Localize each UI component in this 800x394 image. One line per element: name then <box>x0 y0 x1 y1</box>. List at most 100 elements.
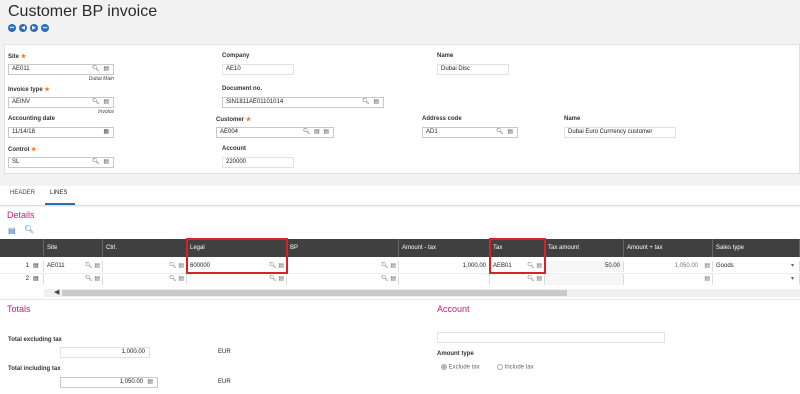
include-tax-option[interactable]: Include tax <box>497 364 534 371</box>
cell-amount-tax[interactable]: 1,000.00 <box>399 261 490 272</box>
grid-col-sales-type[interactable]: Sales type <box>713 239 800 257</box>
document-no-field[interactable]: SIN1811AE01101014 🔍︎ ▤ <box>222 97 384 108</box>
document-no-label: Document no. <box>222 86 262 92</box>
lookup-icon[interactable]: 🔍︎ ▤ <box>169 261 184 272</box>
address-code-label: Address code <box>422 116 462 122</box>
lookup-icon[interactable]: 🔍︎ ▤ <box>169 274 184 285</box>
control-field[interactable]: SL 🔍︎ ▤ <box>8 157 114 168</box>
lookup-icon[interactable]: 🔍︎ ▤ <box>496 128 514 137</box>
lookup-icon[interactable]: 🔍︎ ▤ <box>381 274 396 285</box>
tax-highlight <box>489 238 546 274</box>
legal-highlight <box>186 238 288 274</box>
company-name-label: Name <box>437 53 454 59</box>
grid-view-icon[interactable]: ▤ <box>8 226 16 235</box>
cell-amount-tax[interactable] <box>399 274 490 285</box>
table-row[interactable]: 2 ▤ 🔍︎ ▤ 🔍︎ ▤ 🔍︎ ▤ 🔍︎ ▤ 🔍︎ ▤ ▤ ▾ <box>0 273 800 285</box>
header-card <box>4 44 800 174</box>
dropdown-icon[interactable]: ▾ <box>791 274 794 285</box>
account-title: Account <box>437 304 470 314</box>
calendar-icon[interactable]: ▦ <box>103 128 110 137</box>
address-code-field[interactable]: AD1 🔍︎ ▤ <box>422 127 518 138</box>
customer-field[interactable]: AE004 🔍︎ ▤ ▤ <box>216 127 334 138</box>
lookup-icon[interactable]: 🔍︎ ▤ <box>92 98 110 107</box>
scrollbar-thumb[interactable] <box>62 290 567 296</box>
total-excl-label: Total excluding tax <box>8 337 62 343</box>
cell-sales-type[interactable]: ▾ <box>713 274 800 285</box>
radio-unselected-icon[interactable] <box>497 364 503 370</box>
dropdown-icon[interactable]: ▾ <box>791 261 794 272</box>
next-record-icon[interactable]: ▶ <box>30 24 38 32</box>
grid-col-site[interactable]: Site <box>44 239 103 257</box>
lookup-icon[interactable]: 🔍︎ ▤ <box>85 274 100 285</box>
lookup-icon[interactable]: 🔍︎ ▤ <box>269 274 284 285</box>
cell-bp[interactable]: 🔍︎ ▤ <box>287 274 399 285</box>
detail-icon[interactable]: ▤ <box>704 261 710 272</box>
invoice-type-label: Invoice type ★ <box>8 87 50 93</box>
tab-header[interactable]: HEADER <box>10 190 35 196</box>
lookup-icon[interactable]: 🔍︎ ▤ ▤ <box>303 128 330 137</box>
total-incl-value: 1,050.00 ▤ <box>60 377 158 388</box>
invoice-type-field[interactable]: AEINV 🔍︎ ▤ <box>8 97 114 108</box>
site-description: Dubai Main <box>88 76 114 82</box>
company-name-field: Dubai Disc <box>437 64 509 75</box>
account-label: Account <box>222 146 246 152</box>
total-excl-value: 1,000.00 <box>60 347 150 358</box>
grid-col-ctrl[interactable]: Ctrl. <box>103 239 187 257</box>
total-incl-currency: EUR <box>218 379 231 385</box>
cell-tax[interactable]: 🔍︎ ▤ <box>490 274 545 285</box>
last-record-icon[interactable]: ⏭ <box>41 24 49 32</box>
row-detail-icon[interactable]: ▤ <box>30 261 44 272</box>
invoice-type-description: Invoice <box>98 109 114 115</box>
exclude-tax-option[interactable]: Exclude tax <box>441 364 480 371</box>
previous-record-icon[interactable]: ◀ <box>19 24 27 32</box>
tab-bar <box>0 186 800 206</box>
grid-col-bp[interactable]: BP <box>287 239 399 257</box>
total-excl-currency: EUR <box>218 349 231 355</box>
lookup-icon[interactable]: 🔍︎ ▤ <box>381 261 396 272</box>
active-tab-indicator <box>45 203 75 205</box>
site-label: Site ★ <box>8 54 27 60</box>
accounting-date-label: Accounting date <box>8 116 56 122</box>
lookup-icon[interactable]: 🔍︎ ▤ <box>92 158 110 167</box>
grid-col-rownum <box>0 239 44 257</box>
cell-legal[interactable]: 🔍︎ ▤ <box>187 274 287 285</box>
lookup-icon[interactable]: 🔍︎ ▤ <box>92 65 110 74</box>
account-field: 220000 <box>222 157 294 168</box>
lookup-icon[interactable]: 🔍︎ ▤ <box>527 274 542 285</box>
company-label: Company <box>222 53 250 59</box>
customer-name-field: Dubai Euro Currrency customer <box>564 127 676 138</box>
amount-type-label: Amount type <box>437 351 474 357</box>
detail-icon[interactable]: ▤ <box>704 274 710 285</box>
cell-tax-amount <box>545 274 624 285</box>
lookup-icon[interactable]: 🔍︎ ▤ <box>362 98 380 107</box>
accounting-date-field[interactable]: 11/14/18 ▦ <box>8 127 114 138</box>
table-row[interactable]: 1 ▤ AE011 🔍︎ ▤ 🔍︎ ▤ 600000 🔍︎ ▤ 🔍︎ ▤ 1,000… <box>0 261 800 272</box>
tab-lines[interactable]: LINES <box>50 190 67 196</box>
cell-bp[interactable]: 🔍︎ ▤ <box>287 261 399 272</box>
page-title: Customer BP invoice <box>8 3 158 20</box>
row-detail-icon[interactable]: ▤ <box>30 274 44 285</box>
cell-sales-type[interactable]: Goods ▾ <box>713 261 800 272</box>
details-grid-header: Site Ctrl. Legal BP Amount - tax Tax Tax… <box>0 239 800 257</box>
detail-icon[interactable]: ▤ <box>147 378 154 387</box>
total-incl-label: Total including tax <box>8 366 61 372</box>
search-icon[interactable]: 🔍︎ <box>24 225 34 234</box>
cell-amount-plus-tax: ▤ <box>624 274 713 285</box>
lookup-icon[interactable]: 🔍︎ ▤ <box>85 261 100 272</box>
cell-amount-plus-tax: 1,050.00 ▤ <box>624 261 713 272</box>
scroll-left-icon[interactable]: ◀ <box>54 288 59 296</box>
grid-col-amount-tax[interactable]: Amount - tax <box>399 239 490 257</box>
grid-col-tax-amount[interactable]: Tax amount <box>545 239 624 257</box>
control-label: Control ★ <box>8 147 37 153</box>
details-title: Details <box>7 210 35 220</box>
radio-selected-icon[interactable] <box>441 364 447 370</box>
cell-site[interactable]: 🔍︎ ▤ <box>44 274 103 285</box>
cell-ctrl[interactable]: 🔍︎ ▤ <box>103 274 187 285</box>
first-record-icon[interactable]: ⏮ <box>8 24 16 32</box>
cell-site[interactable]: AE011 🔍︎ ▤ <box>44 261 103 272</box>
customer-name-label: Name <box>564 116 581 122</box>
site-field[interactable]: AE011 🔍︎ ▤ <box>8 64 114 75</box>
cell-ctrl[interactable]: 🔍︎ ▤ <box>103 261 187 272</box>
grid-col-amount-plus-tax[interactable]: Amount + tax <box>624 239 713 257</box>
customer-label: Customer ★ <box>216 117 252 123</box>
